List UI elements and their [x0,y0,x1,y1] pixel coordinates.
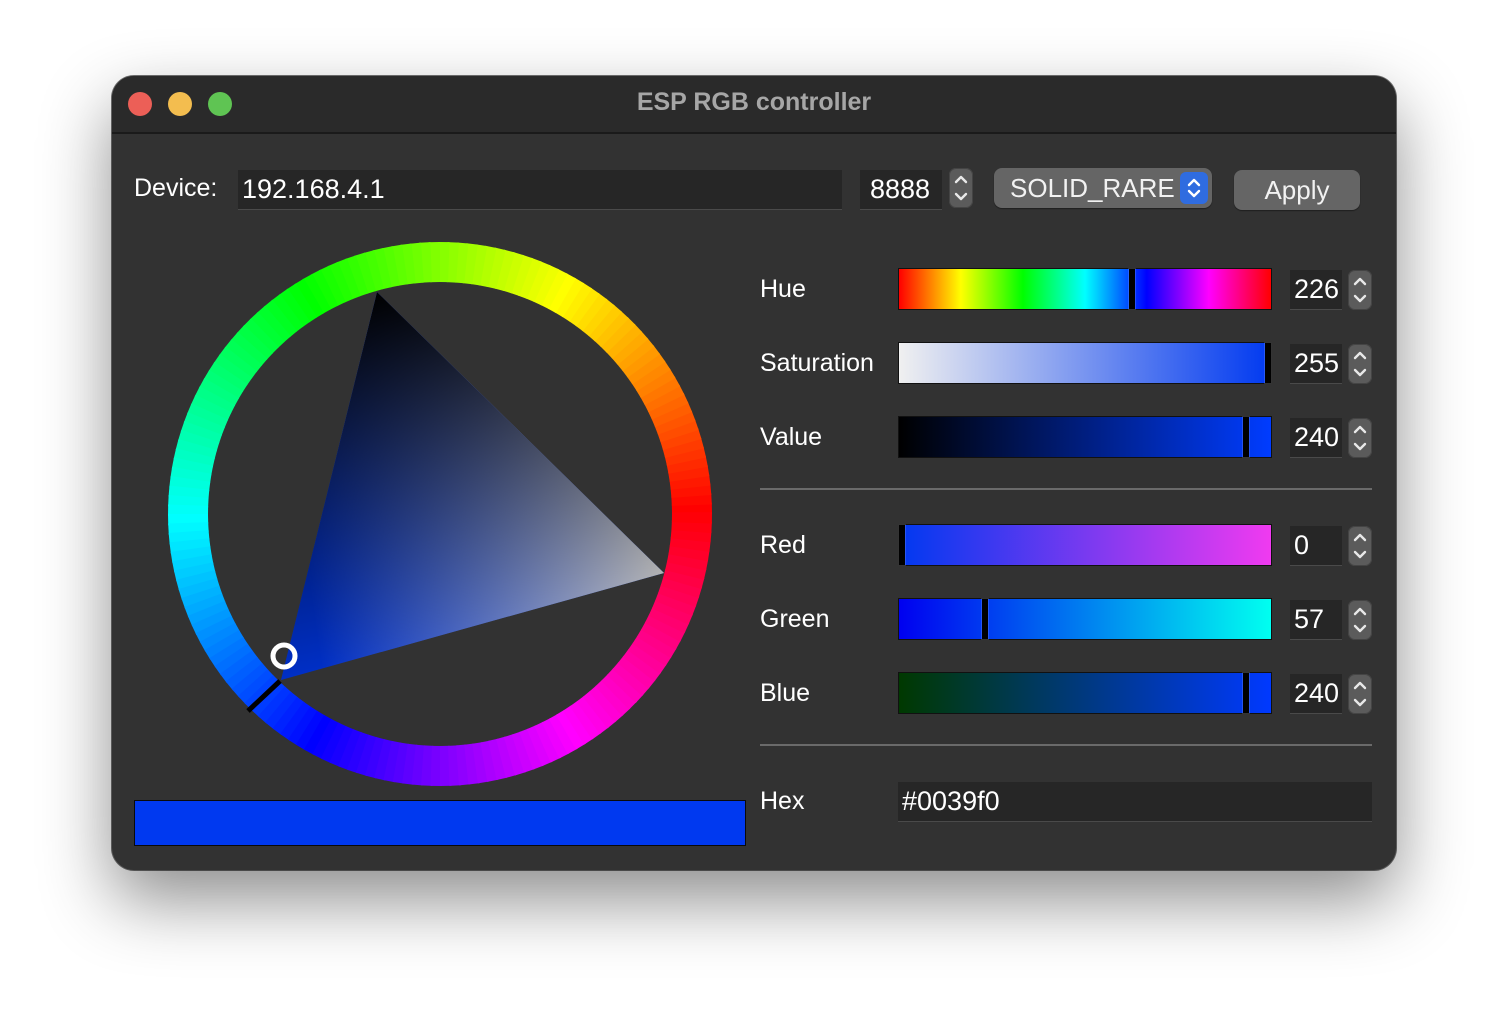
chevron-up-icon [1353,681,1367,690]
chevron-up-icon [954,175,968,184]
title-bar: ESP RGB controller [112,76,1396,134]
device-label: Device: [134,174,218,202]
apply-button[interactable]: Apply [1234,170,1360,210]
divider [760,744,1372,746]
red-slider-handle[interactable] [899,525,905,565]
value-slider[interactable] [898,416,1272,458]
hue-stepper[interactable] [1348,270,1372,310]
device-address-input[interactable]: 192.168.4.1 [238,170,842,210]
green-spinbox[interactable]: 57 [1290,600,1342,640]
chevron-up-icon [1353,277,1367,286]
value-stepper[interactable] [1348,418,1372,458]
value-spinbox[interactable]: 240 [1290,418,1342,458]
saturation-stepper[interactable] [1348,344,1372,384]
red-spinbox[interactable]: 0 [1290,526,1342,566]
hex-label: Hex [760,787,805,815]
hue-slider-handle[interactable] [1129,269,1135,309]
green-stepper[interactable] [1348,600,1372,640]
chevron-down-icon [1353,442,1367,451]
saturation-slider[interactable] [898,342,1272,384]
saturation-slider-handle[interactable] [1265,343,1271,383]
chevron-down-icon [1353,368,1367,377]
red-slider[interactable] [898,524,1272,566]
chevron-down-icon [1353,624,1367,633]
green-slider[interactable] [898,598,1272,640]
chevron-up-icon [1353,607,1367,616]
red-stepper[interactable] [1348,526,1372,566]
hue-spinbox[interactable]: 226 [1290,270,1342,310]
mode-select-value: SOLID_RARE [1010,173,1175,203]
blue-slider-handle[interactable] [1243,673,1249,713]
blue-slider[interactable] [898,672,1272,714]
divider [760,488,1372,490]
window-title: ESP RGB controller [636,88,872,116]
value-label: Value [760,423,823,451]
chevron-up-icon [1353,425,1367,434]
blue-spinbox[interactable]: 240 [1290,674,1342,714]
color-wheel[interactable] [166,240,714,788]
chevron-up-icon [1353,351,1367,360]
port-input[interactable]: 8888 [860,170,942,210]
blue-stepper[interactable] [1348,674,1372,714]
value-slider-handle[interactable] [1243,417,1249,457]
chevron-down-icon [1353,294,1367,303]
chevron-up-icon [1353,533,1367,542]
saturation-spinbox[interactable]: 255 [1290,344,1342,384]
updown-chevron-icon [1180,172,1208,204]
hue-label: Hue [760,275,806,303]
hex-input[interactable]: #0039f0 [898,782,1372,822]
port-stepper[interactable] [949,168,973,208]
chevron-down-icon [954,192,968,201]
green-slider-handle[interactable] [982,599,988,639]
green-label: Green [760,605,830,633]
saturation-label: Saturation [760,349,874,377]
chevron-down-icon [1353,550,1367,559]
mode-select[interactable]: SOLID_RARE [994,168,1212,208]
red-label: Red [760,531,806,559]
chevron-down-icon [1353,698,1367,707]
hue-slider[interactable] [898,268,1272,310]
blue-label: Blue [760,679,811,707]
app-window: ESP RGB controller Device: 192.168.4.1 8… [112,76,1396,870]
color-preview-swatch [134,800,746,846]
